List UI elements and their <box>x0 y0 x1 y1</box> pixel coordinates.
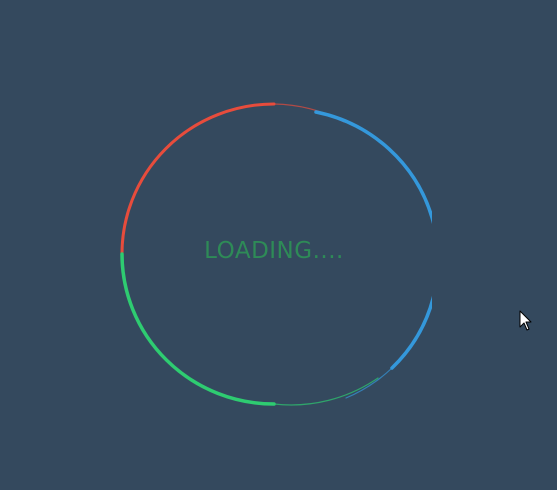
red-arc <box>120 102 276 258</box>
loading-label: LOADING.... <box>204 238 344 264</box>
blue-arc-tail <box>345 367 393 399</box>
loading-screen: LOADING.... <box>0 0 557 490</box>
mouse-pointer-icon <box>519 310 532 331</box>
green-arc <box>120 252 276 406</box>
red-arc-tail <box>273 103 345 123</box>
green-arc-tail <box>273 377 379 406</box>
